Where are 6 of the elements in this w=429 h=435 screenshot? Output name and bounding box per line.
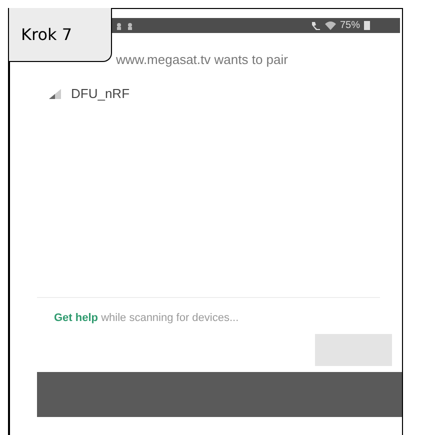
battery-text: 75% bbox=[340, 20, 360, 31]
help-text: Get help while scanning for devices... bbox=[54, 312, 240, 324]
device-item[interactable]: DFU_nRF bbox=[49, 86, 130, 101]
get-help-link[interactable]: Get help bbox=[54, 312, 98, 324]
dialog-title: www.megasat.tv wants to pair bbox=[116, 52, 289, 67]
step-label: Krok 7 bbox=[8, 8, 112, 62]
